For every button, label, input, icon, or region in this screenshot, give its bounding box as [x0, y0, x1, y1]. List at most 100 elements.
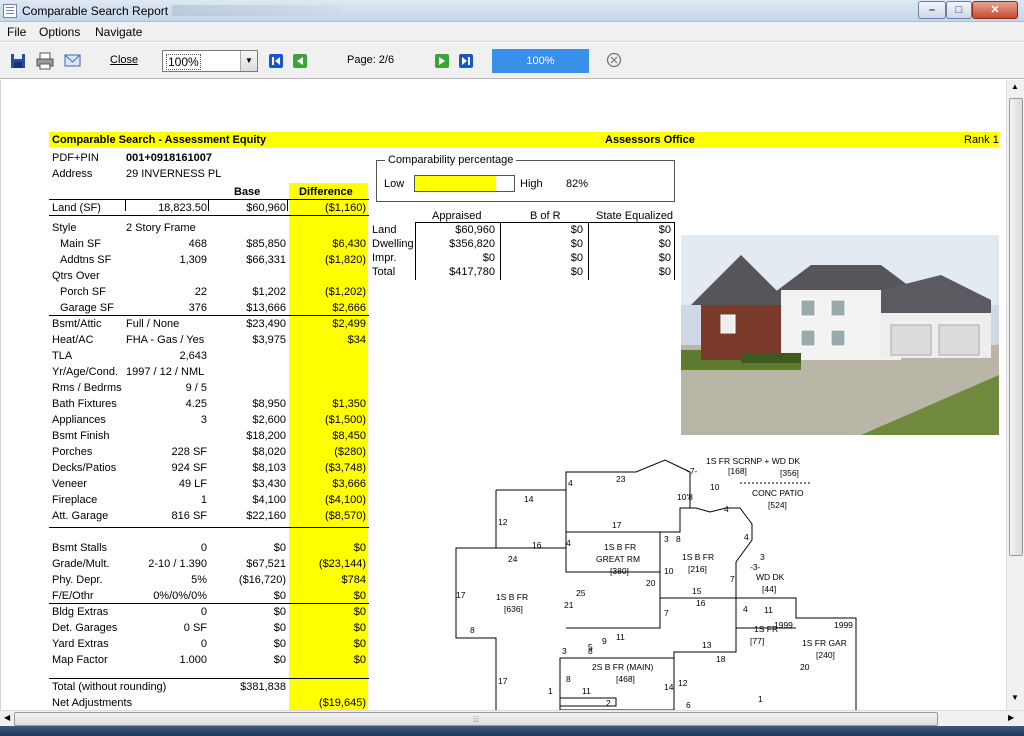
assessment-row-label: Impr. [372, 252, 397, 264]
prev-page-icon[interactable] [293, 54, 307, 68]
menu-bar: File Options Navigate [0, 22, 1024, 42]
vertical-scroll-thumb[interactable] [1009, 98, 1023, 556]
close-button[interactable]: Close [110, 54, 138, 66]
save-icon[interactable] [10, 53, 26, 69]
sketch-label: 1S B FR [496, 592, 528, 602]
row-difference: ($1,202) [325, 286, 366, 298]
comparability-bar [414, 175, 515, 192]
sketch-label: 2S B FR (MAIN) [592, 662, 654, 672]
row-label: Yard Extras [52, 638, 109, 650]
maximize-button[interactable]: □ [946, 1, 972, 19]
scroll-down-icon[interactable]: ▼ [1011, 693, 1019, 702]
row-base: $60,960 [246, 202, 286, 214]
horizontal-scroll-thumb[interactable]: ⦙⦙⦙ [14, 712, 938, 726]
rank-label: Rank 1 [964, 134, 999, 146]
row-value: 18,823.50 [158, 202, 207, 214]
sketch-label: CONC PATIO [752, 488, 804, 498]
high-label: High [520, 178, 543, 190]
row-label: Qtrs Over [52, 270, 100, 282]
toolbar: Close 100% ▼ Page: 2/6 100% [0, 43, 1024, 79]
assessment-bofr: $0 [570, 252, 583, 264]
row-label: Main SF [60, 238, 101, 250]
help-icon[interactable] [606, 52, 622, 68]
next-page-icon[interactable] [435, 54, 449, 68]
row-base: $4,100 [252, 494, 286, 506]
menu-file[interactable]: File [7, 25, 26, 39]
sketch-label: 14 [664, 682, 674, 692]
divider [49, 315, 369, 316]
low-label: Low [384, 178, 405, 190]
row-difference: $1,350 [332, 398, 366, 410]
sketch-label: 20 [646, 578, 656, 588]
row-difference: $34 [347, 334, 366, 346]
email-icon[interactable] [64, 53, 81, 68]
row-value: 924 SF [171, 462, 207, 474]
first-page-icon[interactable] [269, 54, 283, 68]
scroll-left-icon[interactable]: ◀ [4, 713, 10, 722]
sketch-label: [524] [768, 500, 787, 510]
row-value: 2,643 [179, 350, 207, 362]
sketch-label: 4 [744, 532, 749, 542]
sketch-label: 2 [606, 698, 611, 708]
assessment-appraised: $417,780 [449, 266, 495, 278]
assessment-state: $0 [658, 266, 671, 278]
sketch-label: 4 [724, 504, 729, 514]
row-base: $2,600 [252, 414, 286, 426]
assessment-row-label: Total [372, 266, 396, 278]
zoom-select[interactable]: 100% ▼ [162, 50, 258, 72]
scroll-right-icon[interactable]: ▶ [1008, 713, 1014, 722]
row-value: 1 [200, 494, 207, 506]
divider [49, 215, 369, 216]
print-icon[interactable] [36, 52, 54, 70]
column-divider [287, 199, 288, 211]
sketch-label: 1999 [834, 620, 853, 630]
office-label: Assessors Office [605, 134, 695, 146]
sketch-label: 6 [686, 700, 691, 710]
row-label: Bsmt Stalls [52, 542, 108, 554]
row-difference: ($8,570) [325, 510, 366, 522]
column-divider [208, 199, 209, 211]
row-difference: $0 [353, 542, 366, 554]
sketch-label: 1S FR SCRNP + WD DK [706, 456, 800, 466]
row-label: Porch SF [60, 286, 106, 298]
row-base: $0 [273, 606, 286, 618]
row-value: 0%/0%/0% [153, 590, 207, 602]
vertical-scrollbar[interactable]: ▲ ▼ [1006, 80, 1024, 710]
sketch-label: 4 [566, 538, 571, 548]
last-page-icon[interactable] [459, 54, 473, 68]
column-divider [125, 199, 126, 211]
row-label: Style [52, 222, 77, 234]
sketch-label: 10 [664, 566, 674, 576]
row-label: Appliances [52, 414, 106, 426]
row-base: $0 [273, 590, 286, 602]
row-value: 9 / 5 [185, 382, 207, 394]
row-value: 1.000 [179, 654, 207, 666]
sketch-label: 7 [664, 608, 669, 618]
row-difference: $2,499 [332, 318, 366, 330]
scroll-up-icon[interactable]: ▲ [1011, 82, 1019, 91]
row-label: Map Factor [52, 654, 108, 666]
sketch-label: 25 [576, 588, 586, 598]
row-value: 2 Story Frame [126, 222, 196, 234]
row-label: Rms / Bedrms [52, 382, 122, 394]
row-difference: $8,450 [332, 430, 366, 442]
row-value: 5% [191, 574, 207, 586]
sketch-label: 13 [702, 640, 712, 650]
menu-options[interactable]: Options [39, 25, 80, 39]
row-base: $22,160 [246, 510, 286, 522]
row-value: 816 SF [171, 510, 207, 522]
chevron-down-icon[interactable]: ▼ [240, 51, 257, 71]
row-value: 0 [200, 606, 207, 618]
row-value: 2-10 / 1.390 [148, 558, 207, 570]
minimize-button[interactable]: – [918, 1, 946, 19]
row-label: Land (SF) [52, 202, 101, 214]
assessment-state: $0 [658, 252, 671, 264]
comparability-legend: Comparability percentage [385, 154, 517, 166]
horizontal-scrollbar[interactable]: ◀ ⦙⦙⦙ ▶ [0, 710, 1024, 726]
sketch-label: 11 [764, 605, 773, 615]
row-label: Phy. Depr. [52, 574, 103, 586]
row-difference: ($280) [334, 446, 366, 458]
menu-navigate[interactable]: Navigate [95, 25, 142, 39]
row-difference: ($4,100) [325, 494, 366, 506]
close-window-button[interactable]: ✕ [972, 1, 1018, 19]
